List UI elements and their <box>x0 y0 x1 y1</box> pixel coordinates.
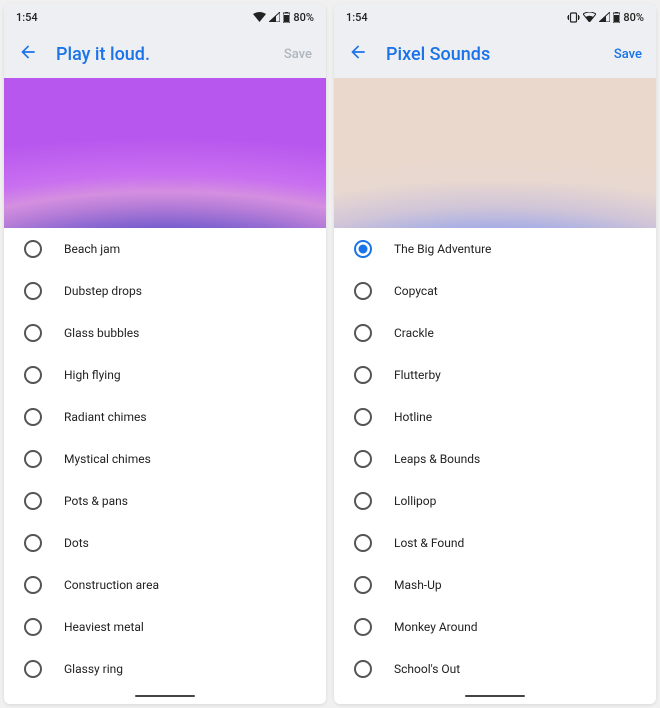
signal-icon <box>269 12 280 22</box>
radio-button[interactable] <box>354 240 372 258</box>
radio-button[interactable] <box>354 282 372 300</box>
item-label: Construction area <box>64 578 159 592</box>
list-item[interactable]: Construction area <box>4 564 326 606</box>
item-label: The Big Adventure <box>394 242 491 256</box>
item-label: High flying <box>64 368 121 382</box>
list-item[interactable]: Glass bubbles <box>4 312 326 354</box>
radio-button[interactable] <box>24 450 42 468</box>
phone-screen-left: 1:54 80% Play it loud. Save Beach jam Dub… <box>4 4 326 704</box>
item-label: Dots <box>64 536 89 550</box>
item-label: School's Out <box>394 662 460 676</box>
item-label: Mash-Up <box>394 578 442 592</box>
radio-button[interactable] <box>24 282 42 300</box>
radio-button[interactable] <box>24 576 42 594</box>
list-item[interactable]: Hotline <box>334 396 656 438</box>
app-bar: Pixel Sounds Save <box>334 30 656 78</box>
item-label: Beach jam <box>64 242 120 256</box>
list-item[interactable]: Glassy ring <box>4 648 326 688</box>
status-indicators: 80% <box>567 11 644 24</box>
item-label: Radiant chimes <box>64 410 147 424</box>
radio-button[interactable] <box>354 660 372 678</box>
app-bar: Play it loud. Save <box>4 30 326 78</box>
radio-button[interactable] <box>24 408 42 426</box>
radio-button[interactable] <box>24 618 42 636</box>
radio-button[interactable] <box>24 324 42 342</box>
radio-button[interactable] <box>24 240 42 258</box>
vibrate-icon <box>567 12 580 23</box>
battery-icon <box>613 12 620 23</box>
save-button[interactable]: Save <box>614 47 642 62</box>
radio-button[interactable] <box>24 534 42 552</box>
phone-screen-right: 1:54 80% Pixel Sounds Save The Big Adven… <box>334 4 656 704</box>
item-label: Flutterby <box>394 368 441 382</box>
list-item[interactable]: Leaps & Bounds <box>334 438 656 480</box>
item-label: Lost & Found <box>394 536 464 550</box>
status-time: 1:54 <box>16 11 38 24</box>
page-title: Pixel Sounds <box>386 44 596 65</box>
list-item[interactable]: The Big Adventure <box>334 228 656 270</box>
nav-handle[interactable] <box>4 688 326 704</box>
item-label: Lollipop <box>394 494 436 508</box>
list-item[interactable]: Copycat <box>334 270 656 312</box>
radio-button[interactable] <box>354 618 372 636</box>
list-item[interactable]: Dubstep drops <box>4 270 326 312</box>
status-indicators: 80% <box>253 11 314 24</box>
list-item[interactable]: Beach jam <box>4 228 326 270</box>
hero-image <box>4 78 326 228</box>
nav-handle[interactable] <box>334 688 656 704</box>
radio-button[interactable] <box>354 534 372 552</box>
status-bar: 1:54 80% <box>334 4 656 30</box>
item-label: Pots & pans <box>64 494 128 508</box>
item-label: Copycat <box>394 284 438 298</box>
item-label: Dubstep drops <box>64 284 142 298</box>
item-label: Crackle <box>394 326 434 340</box>
radio-button[interactable] <box>354 324 372 342</box>
hero-image <box>334 78 656 228</box>
sound-list[interactable]: Beach jam Dubstep drops Glass bubbles High … <box>4 228 326 688</box>
list-item[interactable]: High flying <box>4 354 326 396</box>
radio-button[interactable] <box>354 450 372 468</box>
back-button[interactable] <box>348 42 368 66</box>
battery-icon <box>283 12 290 23</box>
radio-button[interactable] <box>24 660 42 678</box>
wifi-icon <box>583 12 596 22</box>
back-button[interactable] <box>18 42 38 66</box>
radio-button[interactable] <box>24 492 42 510</box>
radio-button[interactable] <box>24 366 42 384</box>
item-label: Leaps & Bounds <box>394 452 480 466</box>
item-label: Monkey Around <box>394 620 477 634</box>
item-label: Glass bubbles <box>64 326 139 340</box>
list-item[interactable]: Mystical chimes <box>4 438 326 480</box>
list-item[interactable]: Lollipop <box>334 480 656 522</box>
list-item[interactable]: Flutterby <box>334 354 656 396</box>
item-label: Glassy ring <box>64 662 123 676</box>
signal-icon <box>599 12 610 22</box>
sound-list[interactable]: The Big Adventure Copycat Crackle Flutterby… <box>334 228 656 688</box>
list-item[interactable]: Radiant chimes <box>4 396 326 438</box>
item-label: Hotline <box>394 410 432 424</box>
status-time: 1:54 <box>346 11 368 24</box>
status-bar: 1:54 80% <box>4 4 326 30</box>
list-item[interactable]: Lost & Found <box>334 522 656 564</box>
page-title: Play it loud. <box>56 44 266 65</box>
radio-button[interactable] <box>354 408 372 426</box>
list-item[interactable]: Monkey Around <box>334 606 656 648</box>
item-label: Mystical chimes <box>64 452 151 466</box>
list-item[interactable]: Heaviest metal <box>4 606 326 648</box>
save-button[interactable]: Save <box>284 47 312 62</box>
radio-button[interactable] <box>354 366 372 384</box>
radio-button[interactable] <box>354 492 372 510</box>
list-item[interactable]: Pots & pans <box>4 480 326 522</box>
list-item[interactable]: Dots <box>4 522 326 564</box>
item-label: Heaviest metal <box>64 620 144 634</box>
battery-percent: 80% <box>293 11 314 24</box>
list-item[interactable]: Crackle <box>334 312 656 354</box>
list-item[interactable]: School's Out <box>334 648 656 688</box>
list-item[interactable]: Mash-Up <box>334 564 656 606</box>
wifi-icon <box>253 12 266 22</box>
radio-button[interactable] <box>354 576 372 594</box>
battery-percent: 80% <box>623 11 644 24</box>
